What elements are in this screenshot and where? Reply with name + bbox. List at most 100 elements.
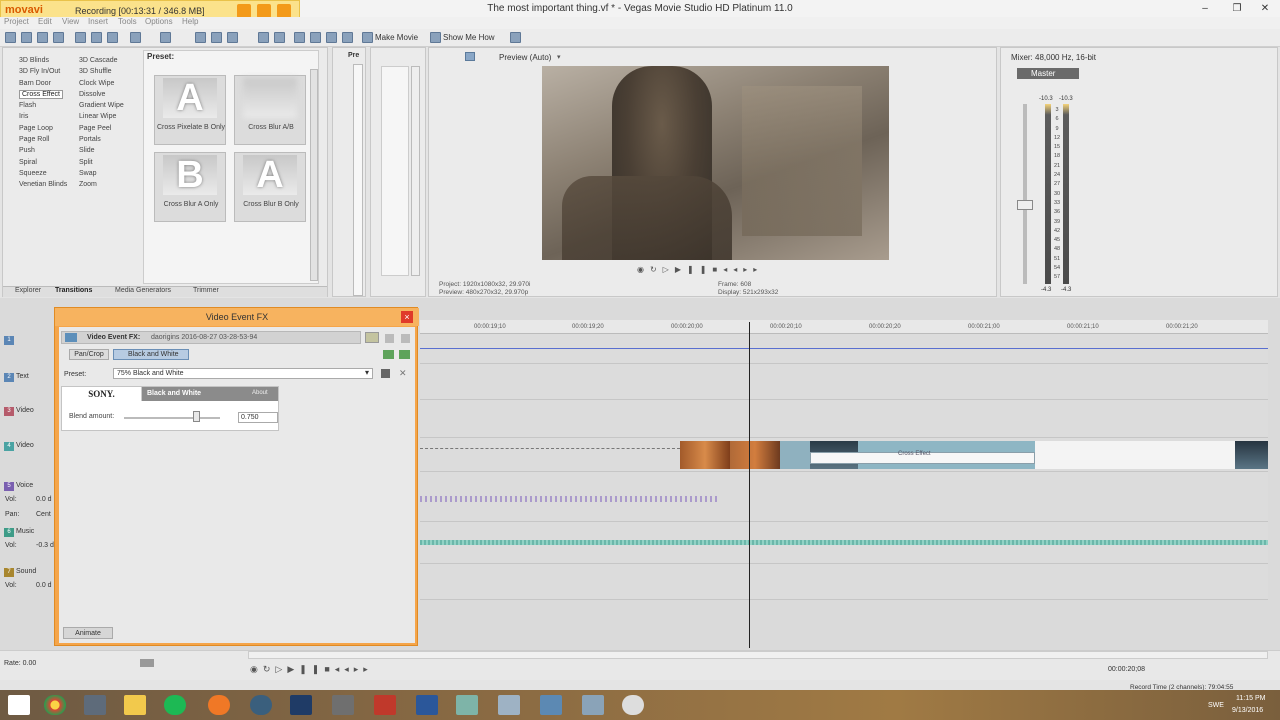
envelope-icon[interactable]	[211, 32, 222, 43]
make-movie-icon[interactable]	[362, 32, 373, 43]
video-clip[interactable]	[730, 441, 780, 469]
app-icon[interactable]	[622, 695, 644, 715]
app-icon[interactable]	[332, 695, 354, 715]
blend-slider[interactable]	[193, 411, 200, 422]
minimize-button[interactable]: –	[1190, 0, 1220, 17]
language-indicator[interactable]: SWE	[1208, 702, 1224, 709]
list-item[interactable]: Zoom	[79, 179, 124, 190]
track-header-7[interactable]: 7 Sound	[4, 568, 54, 577]
list-item[interactable]: 3D Blinds	[19, 55, 67, 66]
list-item[interactable]: Swap	[79, 168, 124, 179]
vol-value[interactable]: 0.0 d	[36, 496, 52, 503]
help-icon[interactable]	[430, 32, 441, 43]
video-clip[interactable]	[680, 441, 730, 469]
save-preset-icon[interactable]	[381, 369, 390, 378]
maximize-button[interactable]: ❐	[1222, 0, 1252, 17]
add-plugin-icon[interactable]	[383, 350, 394, 359]
list-item[interactable]: Push	[19, 145, 67, 156]
list-item[interactable]: Slide	[79, 145, 124, 156]
list-item[interactable]: Page Loop	[19, 123, 67, 134]
tab-explorer[interactable]: Explorer	[15, 287, 41, 294]
vol-value[interactable]: -0.3 d	[36, 542, 54, 549]
track-4-lane[interactable]: Cross Effect	[420, 438, 1268, 472]
copy-icon[interactable]	[91, 32, 102, 43]
menu-help[interactable]: Help	[182, 17, 198, 26]
chrome-icon[interactable]	[44, 695, 66, 715]
track-1-lane[interactable]	[420, 334, 1268, 364]
undo-icon[interactable]	[130, 32, 141, 43]
track-2-lane[interactable]	[420, 364, 1268, 400]
track-header-5[interactable]: 5 Voice	[4, 482, 54, 491]
vegas-icon[interactable]	[540, 695, 562, 715]
trim-icon[interactable]	[342, 32, 353, 43]
lock-icon[interactable]	[294, 32, 305, 43]
cut-icon[interactable]	[75, 32, 86, 43]
pan-value[interactable]: Cent	[36, 511, 51, 518]
preset-thumb[interactable]: A Cross Pixelate B Only	[154, 75, 226, 145]
preview-mode-dropdown[interactable]: Preview (Auto)	[499, 53, 551, 62]
pause-icon[interactable]	[257, 4, 271, 18]
rate-slider[interactable]	[140, 659, 154, 667]
show-me-how-button[interactable]: Show Me How	[443, 33, 495, 42]
screenshot-icon[interactable]	[237, 4, 251, 18]
make-movie-button[interactable]: Make Movie	[375, 33, 418, 42]
list-item[interactable]: Flash	[19, 100, 67, 111]
video-clip[interactable]	[780, 441, 810, 469]
scrollbar[interactable]	[411, 66, 420, 276]
track-6-lane[interactable]	[420, 522, 1268, 564]
properties-icon[interactable]	[53, 32, 64, 43]
timeline-ruler[interactable]: 00:00:19;10 00:00:19;20 00:00:20;00 00:0…	[420, 320, 1268, 334]
track-header-4[interactable]: 4 Video	[4, 442, 54, 451]
list-item[interactable]: Clock Wipe	[79, 78, 124, 89]
clock-date[interactable]: 9/13/2016	[1232, 707, 1263, 714]
start-icon[interactable]	[8, 695, 30, 715]
list-item[interactable]: 3D Cascade	[79, 55, 124, 66]
preview-transport[interactable]: ◉↻▷▶❚❚■◂◂▸▸	[637, 265, 797, 275]
list-item[interactable]: Barn Door	[19, 78, 67, 89]
dialog-title[interactable]: Video Event FX	[55, 308, 419, 326]
menu-edit[interactable]: Edit	[38, 17, 52, 26]
plugin-chain-icon[interactable]	[399, 350, 410, 359]
list-item[interactable]: 3D Fly In/Out	[19, 66, 67, 77]
preset-scrollbar[interactable]	[310, 69, 318, 281]
track-7-lane[interactable]	[420, 564, 1268, 600]
chain-pan-crop[interactable]: Pan/Crop	[69, 349, 109, 360]
new-icon[interactable]	[5, 32, 16, 43]
menu-view[interactable]: View	[62, 17, 79, 26]
paste-icon[interactable]	[107, 32, 118, 43]
list-item[interactable]: Linear Wipe	[79, 111, 124, 122]
autoripple-icon[interactable]	[274, 32, 285, 43]
marker-icon[interactable]	[310, 32, 321, 43]
track-3-lane[interactable]	[420, 400, 1268, 438]
region-icon[interactable]	[326, 32, 337, 43]
list-item[interactable]: 3D Shuffle	[79, 66, 124, 77]
redo-icon[interactable]	[160, 32, 171, 43]
track-5-lane[interactable]	[420, 472, 1268, 522]
track-header-6[interactable]: 6 Music	[4, 528, 54, 537]
monitor-icon[interactable]	[465, 52, 475, 61]
track-header-1[interactable]: 1	[4, 336, 54, 345]
list-item[interactable]: Venetian Blinds	[19, 179, 67, 190]
menu-options[interactable]: Options	[145, 17, 173, 26]
blend-value-field[interactable]: 0.750	[238, 412, 278, 423]
menu-tools[interactable]: Tools	[118, 17, 137, 26]
video-clip[interactable]	[1235, 441, 1268, 469]
close-button[interactable]: ✕	[1250, 0, 1280, 17]
list-item[interactable]: Page Peel	[79, 123, 124, 134]
list-item[interactable]: Gradient Wipe	[79, 100, 124, 111]
master-fader[interactable]	[1017, 200, 1033, 210]
grid-icon[interactable]	[385, 334, 394, 343]
list-item[interactable]: Page Roll	[19, 134, 67, 145]
preset-thumb[interactable]: B Cross Blur A Only	[154, 152, 226, 222]
playhead-cursor[interactable]	[749, 322, 750, 648]
app-icon[interactable]	[498, 695, 520, 715]
tab-transitions[interactable]: Transitions	[55, 287, 92, 294]
track-header-2[interactable]: 2 Text	[4, 373, 54, 382]
preset-thumb[interactable]: A Cross Blur B Only	[234, 152, 306, 222]
horizontal-scrollbar[interactable]	[248, 651, 1268, 659]
list-item[interactable]: Portals	[79, 134, 124, 145]
app-icon[interactable]	[582, 695, 604, 715]
preset-thumb[interactable]: Cross Blur A/B	[234, 75, 306, 145]
open-icon[interactable]	[21, 32, 32, 43]
save-icon[interactable]	[37, 32, 48, 43]
